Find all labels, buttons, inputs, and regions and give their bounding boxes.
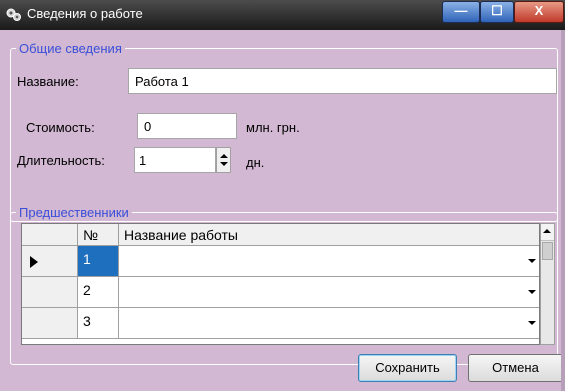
cell-num[interactable]: 3 xyxy=(78,308,119,339)
dropdown-arrow-icon[interactable] xyxy=(528,259,536,263)
table-row[interactable]: 3 xyxy=(22,308,539,340)
dropdown-arrow-icon[interactable] xyxy=(528,290,536,294)
minimize-icon: — xyxy=(454,3,468,18)
duration-spinner[interactable] xyxy=(216,147,231,173)
window-right-border xyxy=(561,30,565,391)
duration-input[interactable] xyxy=(134,147,216,173)
gears-icon xyxy=(6,8,21,21)
table-vertical-scrollbar[interactable] xyxy=(540,223,555,345)
maximize-icon: ☐ xyxy=(491,3,503,18)
cell-work-name-combo[interactable] xyxy=(119,277,539,308)
title-bar[interactable]: Сведения о работе — ☐ X xyxy=(0,0,565,30)
column-header-name[interactable]: Название работы xyxy=(119,224,539,246)
name-input[interactable] xyxy=(128,68,557,94)
dialog-body: Общие сведения Название: Стоимость: млн.… xyxy=(0,30,565,391)
duration-unit-label: дн. xyxy=(246,155,265,170)
cost-input[interactable] xyxy=(137,113,237,139)
row-header[interactable] xyxy=(22,308,78,339)
maximize-button[interactable]: ☐ xyxy=(480,1,514,23)
dropdown-arrow-icon[interactable] xyxy=(528,321,536,325)
predecessors-table[interactable]: № Название работы 1 2 3 xyxy=(21,223,540,345)
minimize-button[interactable]: — xyxy=(442,1,480,23)
cost-label: Стоимость: xyxy=(26,120,95,135)
cell-num[interactable]: 2 xyxy=(78,277,119,308)
cell-num[interactable]: 1 xyxy=(78,246,119,277)
close-icon: X xyxy=(534,3,544,18)
table-row[interactable]: 2 xyxy=(22,277,539,309)
save-button[interactable]: Сохранить xyxy=(358,354,457,382)
name-label: Название: xyxy=(17,74,79,89)
cell-work-name-combo[interactable] xyxy=(119,246,539,277)
current-row-icon xyxy=(30,256,38,268)
column-header-num[interactable]: № xyxy=(78,224,119,246)
row-header[interactable] xyxy=(22,277,78,308)
scroll-thumb[interactable] xyxy=(542,242,553,260)
scroll-up-button[interactable] xyxy=(541,224,554,241)
general-info-legend: Общие сведения xyxy=(19,41,122,56)
row-header[interactable] xyxy=(22,246,78,277)
cost-unit-label: млн. грн. xyxy=(246,120,300,135)
window-title: Сведения о работе xyxy=(27,6,143,21)
cell-work-name-combo[interactable] xyxy=(119,308,539,339)
predecessors-legend: Предшественники xyxy=(19,205,129,220)
work-info-dialog: Сведения о работе — ☐ X Общие сведения Н… xyxy=(0,0,565,391)
close-button[interactable]: X xyxy=(514,1,564,23)
duration-label: Длительность: xyxy=(17,153,105,168)
spin-up-icon[interactable] xyxy=(220,154,228,158)
spin-down-icon[interactable] xyxy=(220,162,228,166)
cancel-button[interactable]: Отмена xyxy=(468,354,563,382)
table-row[interactable]: 1 xyxy=(22,246,539,278)
row-header-corner xyxy=(22,224,78,246)
scroll-up-icon xyxy=(543,229,551,233)
